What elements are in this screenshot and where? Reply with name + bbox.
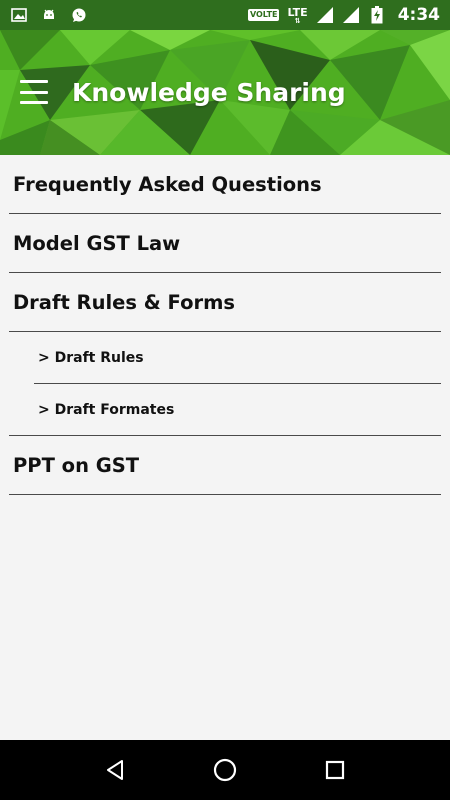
page-title: Knowledge Sharing xyxy=(72,78,346,107)
hamburger-line xyxy=(20,90,48,94)
status-bar: VOLTE LTE ⇅ 4:34 xyxy=(0,0,450,30)
sub-item-draft-rules[interactable]: > Draft Rules xyxy=(34,332,441,384)
list-item-label: Frequently Asked Questions xyxy=(13,172,322,196)
back-button[interactable] xyxy=(95,750,135,790)
sub-item-label: > Draft Formates xyxy=(38,401,175,418)
system-nav-bar xyxy=(0,740,450,800)
signal-icon xyxy=(316,6,334,24)
knowledge-menu-list: Frequently Asked Questions Model GST Law… xyxy=(0,155,450,495)
list-item-ppt-on-gst[interactable]: PPT on GST xyxy=(9,436,441,495)
app-bar: Knowledge Sharing xyxy=(0,30,450,155)
gallery-icon xyxy=(10,6,28,24)
sub-item-draft-formates[interactable]: > Draft Formates xyxy=(9,384,441,436)
recents-button[interactable] xyxy=(315,750,355,790)
sub-item-label: > Draft Rules xyxy=(38,349,144,366)
list-item-label: PPT on GST xyxy=(13,453,140,477)
list-item-draft-rules-forms[interactable]: Draft Rules & Forms xyxy=(9,273,441,332)
hamburger-line xyxy=(20,101,48,104)
clock: 4:34 xyxy=(397,5,440,25)
whatsapp-icon xyxy=(70,6,88,24)
lte-label: LTE xyxy=(287,5,308,19)
home-button[interactable] xyxy=(205,750,245,790)
data-arrows-icon: ⇅ xyxy=(294,16,301,25)
list-item-label: Draft Rules & Forms xyxy=(13,290,236,314)
hamburger-menu-button[interactable] xyxy=(20,80,48,104)
list-item-faq[interactable]: Frequently Asked Questions xyxy=(9,155,441,214)
hamburger-line xyxy=(20,80,48,83)
home-circle-icon xyxy=(213,758,237,782)
notification-icons xyxy=(10,6,88,24)
lte-indicator: LTE ⇅ xyxy=(287,5,308,25)
signal-icon-secondary xyxy=(342,6,360,24)
battery-charging-icon xyxy=(368,6,386,24)
list-item-model-gst-law[interactable]: Model GST Law xyxy=(9,214,441,273)
volte-badge: VOLTE xyxy=(247,9,280,21)
system-icons: VOLTE LTE ⇅ 4:34 xyxy=(247,5,440,25)
list-item-label: Model GST Law xyxy=(13,231,181,255)
android-icon xyxy=(40,6,58,24)
back-triangle-icon xyxy=(107,760,123,780)
recents-square-icon xyxy=(325,760,345,780)
